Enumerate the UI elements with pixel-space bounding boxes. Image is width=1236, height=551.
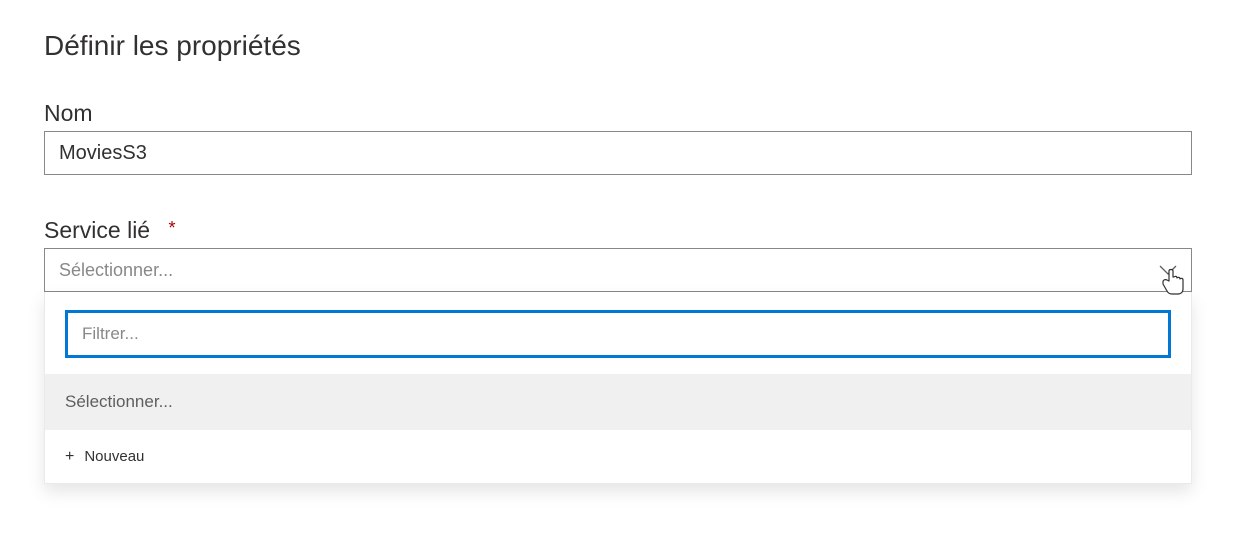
linked-service-dropdown-panel: Sélectionner... + Nouveau — [44, 292, 1192, 484]
plus-icon: + — [65, 449, 74, 465]
name-field-group: Nom — [44, 100, 1192, 175]
dropdown-new-button[interactable]: + Nouveau — [45, 430, 1191, 483]
name-input[interactable] — [44, 131, 1192, 175]
section-title: Définir les propriétés — [44, 30, 1192, 62]
linked-service-select[interactable]: Sélectionner... — [44, 248, 1192, 292]
dropdown-option-select[interactable]: Sélectionner... — [45, 374, 1191, 430]
new-label: Nouveau — [84, 448, 144, 465]
linked-service-dropdown-wrapper: Sélectionner... Sélectionner... + — [44, 248, 1192, 292]
name-label: Nom — [44, 100, 1192, 127]
linked-service-label-text: Service lié — [44, 217, 150, 243]
cursor-hand-icon — [1159, 267, 1187, 297]
required-asterisk: * — [169, 218, 176, 238]
linked-service-placeholder: Sélectionner... — [59, 260, 173, 281]
filter-wrapper — [45, 292, 1191, 374]
filter-input[interactable] — [65, 310, 1171, 358]
linked-service-field-group: Service lié * Sélectionner... — [44, 217, 1192, 292]
chevron-area — [1159, 265, 1177, 275]
linked-service-label: Service lié * — [44, 217, 1192, 244]
